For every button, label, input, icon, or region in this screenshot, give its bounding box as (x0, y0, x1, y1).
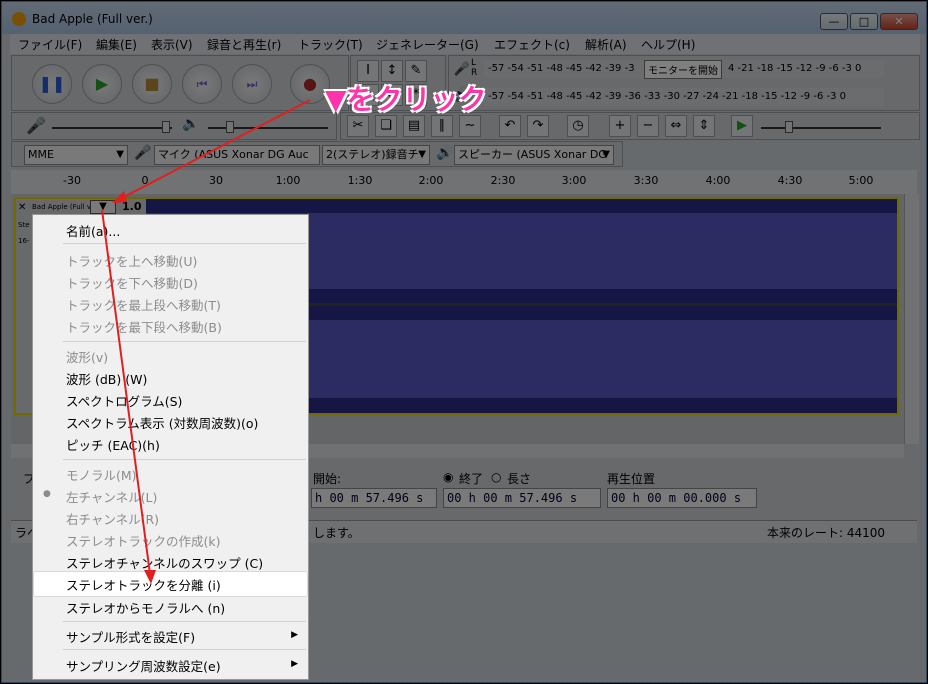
arrow-to-menu-item (101, 209, 151, 575)
arrowhead-icon (144, 570, 156, 584)
instruction-arrows (101, 99, 311, 584)
arrow-to-dropdown (121, 99, 311, 199)
arrowhead-icon (112, 191, 127, 203)
